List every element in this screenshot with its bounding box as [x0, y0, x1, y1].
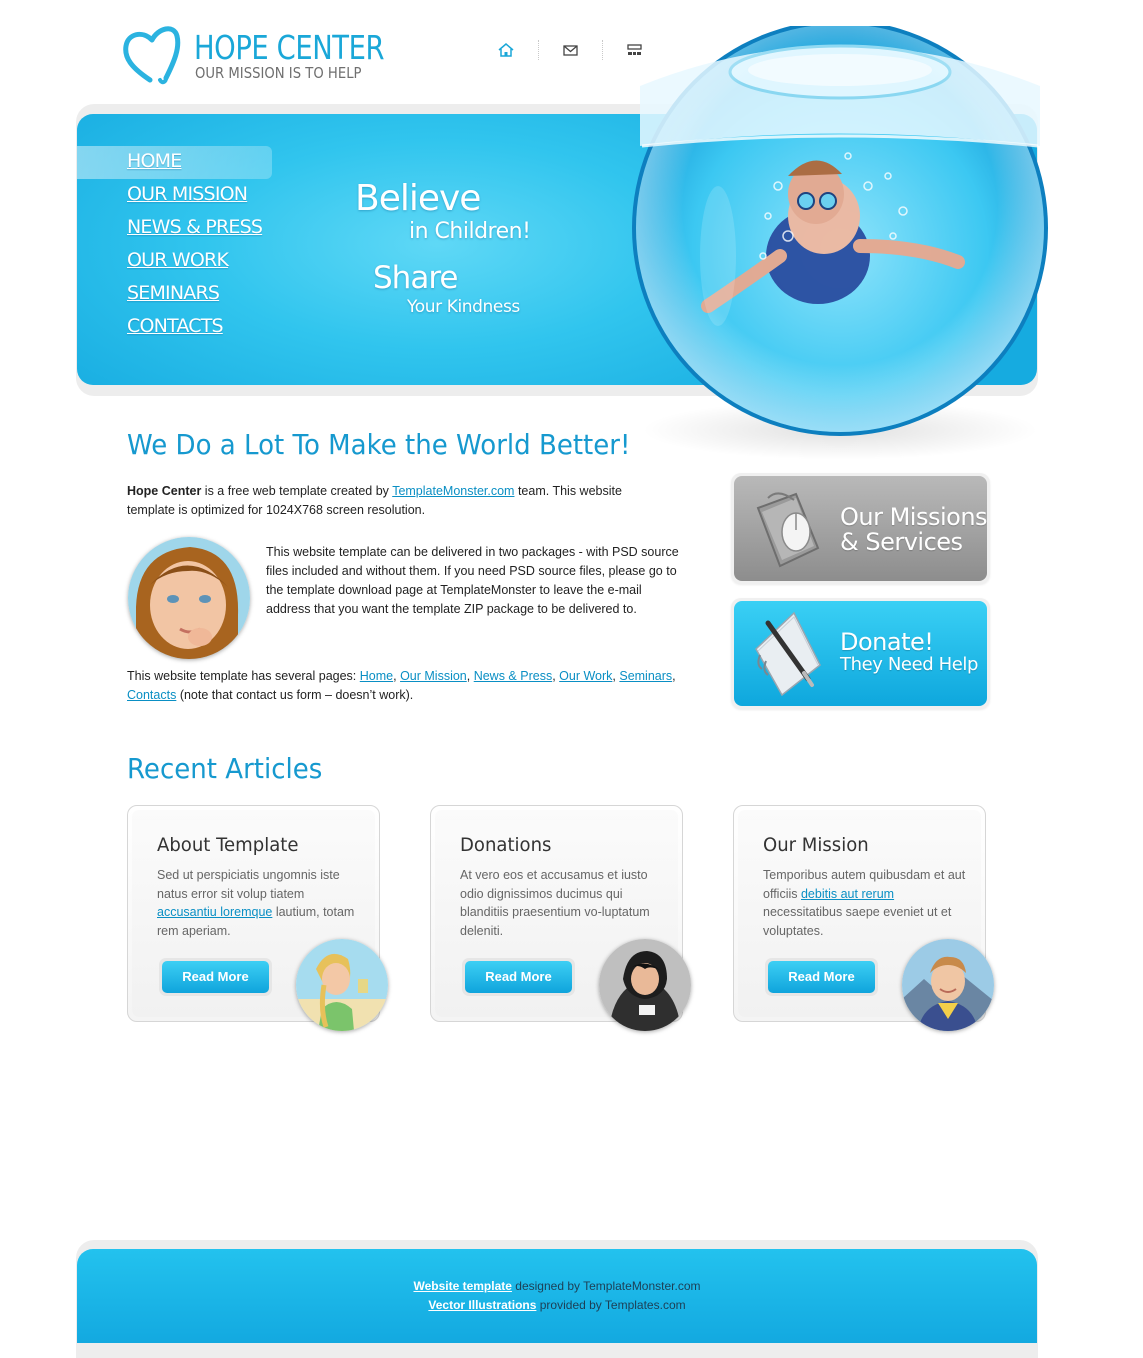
article-text: Temporibus autem quibusdam et aut offici… [763, 866, 968, 940]
footer-text: designed by TemplateMonster.com [511, 1279, 701, 1293]
read-more-label: Read More [768, 961, 875, 993]
divider [602, 40, 603, 60]
donate-title-line1: Donate! [840, 628, 934, 656]
article-card-donations: Donations At vero eos et accusamus et iu… [430, 805, 691, 1031]
page-link-seminars[interactable]: Seminars [619, 669, 672, 683]
read-more-button[interactable]: Read More [765, 958, 878, 996]
article-title: About Template [157, 834, 299, 856]
nav-item-our-mission[interactable]: OUR MISSION [77, 179, 277, 212]
pages-paragraph: This website template has several pages:… [127, 669, 676, 702]
page-link-home[interactable]: Home [360, 669, 393, 683]
logo[interactable]: HOPE CENTER OUR MISSION IS TO HELP [122, 18, 422, 88]
donate-box[interactable]: Donate! They Need Help [731, 598, 990, 709]
slogan-share: Share [373, 260, 458, 296]
boy-scout-avatar [902, 939, 994, 1031]
missions-services-box[interactable]: Our Missions & Services [731, 473, 990, 584]
page-link-our-work[interactable]: Our Work [559, 669, 612, 683]
logo-subtitle: OUR MISSION IS TO HELP [195, 64, 362, 82]
slogan-believe: Believe [355, 178, 481, 219]
heart-logo-icon [123, 26, 181, 85]
article-text-part: necessitatibus saepe eveniet ut et volup… [763, 905, 952, 938]
nav-item-contacts[interactable]: CONTACTS [77, 311, 277, 344]
article-title: Our Mission [763, 834, 869, 856]
fishbowl-illustration [632, 26, 1048, 436]
slogan-in-children: in Children! [409, 219, 531, 244]
read-more-label: Read More [162, 961, 269, 993]
article-card-about-template: About Template Sed ut perspiciatis ungom… [127, 805, 388, 1031]
read-more-label: Read More [465, 961, 572, 993]
boy-hoodie-avatar [599, 939, 691, 1031]
article-text: Sed ut perspiciatis ungomnis iste natus … [157, 866, 362, 940]
read-more-button[interactable]: Read More [159, 958, 272, 996]
page-link-news-press[interactable]: News & Press [474, 669, 553, 683]
article-text-part: At vero eos et accusamus et iusto odio d… [460, 868, 650, 938]
girl-portrait-avatar [128, 537, 250, 659]
page-link-contacts[interactable]: Contacts [127, 688, 176, 702]
home-icon[interactable] [497, 42, 517, 58]
nav-item-home[interactable]: HOME [77, 146, 272, 179]
article-card-our-mission: Our Mission Temporibus autem quibusdam e… [733, 805, 994, 1031]
templatemonster-link[interactable]: TemplateMonster.com [392, 484, 514, 498]
donate-title-line2: They Need Help [840, 654, 979, 675]
page-link-our-mission[interactable]: Our Mission [400, 669, 467, 683]
nav-item-our-work[interactable]: OUR WORK [77, 245, 277, 278]
missions-title-line1: Our Missions [840, 503, 987, 531]
recent-articles-heading: Recent Articles [127, 752, 323, 785]
divider [538, 40, 539, 60]
logo-title: HOPE CENTER [194, 28, 385, 67]
article-link[interactable]: debitis aut rerum [801, 887, 894, 901]
notepad-pen-icon [755, 611, 821, 697]
article-link[interactable]: accusantiu loremque [157, 905, 272, 919]
main-heading: We Do a Lot To Make the World Better! [127, 428, 631, 461]
girl-drinking-avatar [296, 939, 388, 1031]
slogan-your-kindness: Your Kindness [407, 297, 520, 317]
pages-text: (note that contact us form – doesn’t wor… [176, 688, 414, 702]
nav-item-seminars[interactable]: SEMINARS [77, 278, 277, 311]
intro-text: is a free web template created by [201, 484, 393, 498]
article-text-part: Sed ut perspiciatis ungomnis iste natus … [157, 868, 340, 901]
intro-brand: Hope Center [127, 484, 202, 498]
packages-paragraph: This website template can be delivered i… [266, 545, 679, 616]
missions-title-line2: & Services [840, 528, 963, 556]
article-text: At vero eos et accusamus et iusto odio d… [460, 866, 665, 940]
footer: Website template designed by TemplateMon… [77, 1249, 1037, 1343]
mail-icon[interactable] [562, 42, 582, 58]
pages-text: This website template has several pages: [127, 669, 360, 683]
footer-line-2: Vector Illustrations provided by Templat… [77, 1298, 1037, 1312]
nav-item-news-press[interactable]: NEWS & PRESS [77, 212, 277, 245]
vector-illustrations-link[interactable]: Vector Illustrations [428, 1298, 536, 1312]
read-more-button[interactable]: Read More [462, 958, 575, 996]
footer-text: provided by Templates.com [536, 1298, 686, 1312]
article-title: Donations [460, 834, 552, 856]
main-nav: HOME OUR MISSION NEWS & PRESS OUR WORK S… [77, 146, 277, 344]
website-template-link[interactable]: Website template [413, 1279, 511, 1293]
intro-paragraph: Hope Center is a free web template creat… [127, 482, 667, 520]
footer-line-1: Website template designed by TemplateMon… [77, 1279, 1037, 1293]
mouse-icon [756, 492, 820, 568]
